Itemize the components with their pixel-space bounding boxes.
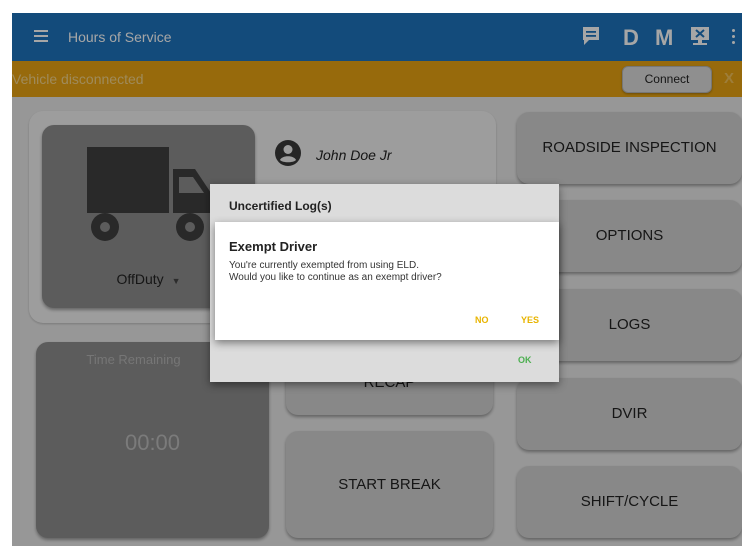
uncertified-logs-ok-button[interactable]: OK bbox=[518, 355, 532, 365]
app-window: Hours of Service D M Vehicle disconnecte… bbox=[12, 13, 742, 546]
no-button[interactable]: NO bbox=[475, 315, 489, 325]
exempt-driver-title: Exempt Driver bbox=[229, 239, 318, 254]
yes-button[interactable]: YES bbox=[521, 315, 539, 325]
exempt-driver-message: You're currently exempted from using ELD… bbox=[229, 260, 442, 283]
uncertified-logs-title: Uncertified Log(s) bbox=[229, 199, 332, 213]
exempt-driver-dialog: Exempt Driver You're currently exempted … bbox=[215, 222, 559, 340]
